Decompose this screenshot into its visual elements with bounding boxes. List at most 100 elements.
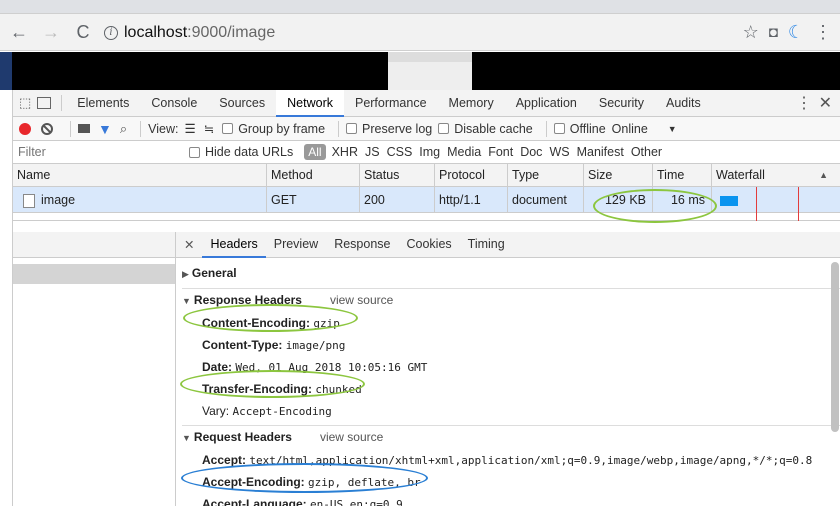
hide-data-urls-checkbox[interactable] [189, 146, 200, 158]
document-icon [23, 193, 35, 208]
extension-icon[interactable]: ☾ [788, 22, 804, 43]
filter-icon[interactable]: ▼ [98, 121, 112, 137]
url-host: localhost [124, 23, 188, 41]
record-icon[interactable] [19, 122, 31, 135]
header-line: Content-Type: image/png [202, 338, 346, 352]
offline-label: Offline [569, 121, 606, 136]
kebab-menu-icon[interactable]: ⋮ [814, 22, 832, 43]
url-field[interactable]: i localhost:9000/image [104, 20, 724, 45]
clear-icon[interactable] [41, 122, 53, 135]
network-toolbar: ▼ ⌕ View: ☰ ≒ Group by frame Preserve lo… [13, 117, 840, 141]
filter-css[interactable]: CSS [387, 145, 413, 159]
filter-img[interactable]: Img [419, 145, 440, 159]
filter-all[interactable]: All [304, 144, 326, 160]
table-row[interactable]: image GET 200 http/1.1 document 129 KB 1… [13, 187, 840, 221]
view-source-link[interactable]: view source [320, 430, 383, 444]
star-icon[interactable]: ☆ [743, 22, 759, 43]
request-type: document [507, 187, 583, 213]
search-icon[interactable]: ⌕ [120, 121, 127, 137]
header-line: Accept-Encoding: gzip, deflate, br [202, 475, 421, 489]
disable-cache-checkbox[interactable] [438, 123, 450, 134]
filter-font[interactable]: Font [488, 145, 513, 159]
back-arrow-icon[interactable]: ← [8, 21, 30, 43]
address-bar: ← → C i localhost:9000/image ☆ ◘ ☾ ⋮ [0, 14, 840, 51]
tab-performance[interactable]: Performance [344, 90, 438, 117]
page-viewport [0, 52, 840, 90]
camera-icon[interactable]: ◘ [769, 24, 778, 41]
request-protocol: http/1.1 [434, 187, 507, 213]
tab-console[interactable]: Console [140, 90, 208, 117]
filter-doc[interactable]: Doc [520, 145, 542, 159]
request-list-narrow [13, 232, 176, 506]
selected-request[interactable] [13, 264, 175, 284]
sort-icon[interactable]: ▲ [819, 170, 828, 180]
filter-other[interactable]: Other [631, 145, 662, 159]
preserve-log-label: Preserve log [362, 121, 433, 136]
table-header: Name Method Status Protocol Type Size Ti… [13, 164, 840, 187]
tab-audits[interactable]: Audits [655, 90, 712, 117]
chevron-down-icon[interactable]: ▼ [668, 124, 677, 134]
view-source-link[interactable]: view source [330, 293, 393, 307]
header-line: Vary: Accept-Encoding [202, 404, 332, 418]
preserve-log-checkbox[interactable] [346, 123, 358, 134]
large-rows-icon[interactable]: ☰ [184, 121, 195, 136]
group-by-frame-checkbox[interactable] [222, 123, 234, 134]
filter-js[interactable]: JS [365, 145, 380, 159]
details-pane: ✕ Headers Preview Response Cookies Timin… [176, 232, 840, 506]
collapse-icon: ▼ [182, 296, 191, 306]
info-icon[interactable]: i [104, 25, 118, 40]
header-line: Accept: text/html,application/xhtml+xml,… [202, 453, 813, 467]
forward-arrow-icon[interactable]: → [40, 21, 62, 43]
col-protocol[interactable]: Protocol [434, 164, 507, 187]
filter-xhr[interactable]: XHR [332, 145, 358, 159]
screenshot-icon[interactable] [78, 124, 90, 133]
hide-data-urls-label: Hide data URLs [205, 145, 294, 159]
filter-media[interactable]: Media [447, 145, 481, 159]
reload-icon[interactable]: C [72, 21, 94, 43]
col-status[interactable]: Status [359, 164, 434, 187]
inspect-icon[interactable]: ⬚ [19, 95, 31, 111]
filter-manifest[interactable]: Manifest [577, 145, 624, 159]
tab-headers[interactable]: Headers [202, 232, 266, 258]
general-section[interactable]: ▶ General [182, 262, 840, 285]
filter-input[interactable] [13, 142, 189, 162]
devtools-panel: ⬚ Elements Console Sources Network Perfo… [12, 89, 840, 506]
waterfall-bar [720, 196, 738, 206]
tab-timing[interactable]: Timing [460, 232, 513, 258]
tab-security[interactable]: Security [588, 90, 655, 117]
offline-checkbox[interactable] [553, 123, 565, 134]
close-details-icon[interactable]: ✕ [176, 237, 202, 252]
tab-preview[interactable]: Preview [266, 232, 326, 258]
request-size: 129 KB [583, 187, 652, 213]
tab-strip [0, 0, 840, 14]
tab-cookies[interactable]: Cookies [399, 232, 460, 258]
col-size[interactable]: Size [583, 164, 652, 187]
devtools-menu-icon[interactable]: ⋮ [796, 90, 812, 117]
device-toolbar-icon[interactable] [37, 97, 52, 109]
col-method[interactable]: Method [266, 164, 359, 187]
throttle-select[interactable]: Online [612, 122, 648, 136]
header-line: Transfer-Encoding: chunked [202, 382, 362, 396]
close-icon[interactable]: ✕ [819, 90, 832, 117]
tab-elements[interactable]: Elements [66, 90, 140, 117]
tab-memory[interactable]: Memory [438, 90, 505, 117]
collapse-icon: ▼ [182, 433, 191, 443]
request-details: ✕ Headers Preview Response Cookies Timin… [13, 232, 840, 506]
request-headers-section[interactable]: ▼ Request Headers view source [182, 426, 840, 449]
url-path: :9000/image [187, 23, 276, 41]
request-time: 16 ms [652, 187, 711, 213]
tab-network[interactable]: Network [276, 89, 344, 117]
view-label: View: [148, 121, 179, 136]
overview-icon[interactable]: ≒ [204, 121, 215, 136]
col-name[interactable]: Name [13, 164, 266, 187]
scrollbar[interactable] [831, 262, 839, 432]
tab-application[interactable]: Application [505, 90, 588, 117]
tab-response[interactable]: Response [326, 232, 398, 258]
col-time[interactable]: Time [652, 164, 711, 187]
col-type[interactable]: Type [507, 164, 583, 187]
filter-ws[interactable]: WS [549, 145, 569, 159]
request-method: GET [266, 187, 359, 213]
tab-sources[interactable]: Sources [208, 90, 276, 117]
response-headers-section[interactable]: ▼ Response Headers view source [182, 289, 840, 312]
header-line: Accept-Language: en-US,en;q=0.9 [202, 497, 403, 506]
